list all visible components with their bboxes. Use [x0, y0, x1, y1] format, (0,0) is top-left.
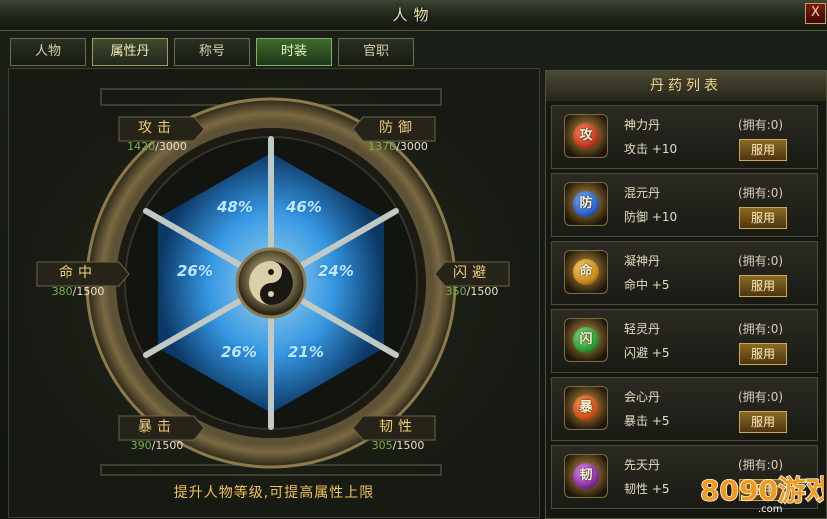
- pill-name: 轻灵丹: [624, 322, 661, 336]
- pill-item-dodge: 闪 轻灵丹 (拥有:0) 闪避 +5 服用: [551, 309, 818, 373]
- segment-dodge-percent: 24%: [318, 262, 354, 280]
- stat-dodge: 闪避 350/1500: [407, 261, 537, 298]
- stat-attack: 攻击 1420/3000: [92, 116, 222, 153]
- tab-fashion[interactable]: 时装: [256, 38, 332, 66]
- stat-hit: 命中 380/1500: [13, 261, 143, 298]
- segment-tenacity-percent: 21%: [288, 343, 324, 361]
- use-pill-button[interactable]: 服用: [739, 139, 787, 161]
- pill-attack-icon: 攻: [564, 114, 608, 158]
- site-watermark-logo: 8090游戏 .com: [698, 466, 827, 515]
- pill-name: 先天丹: [624, 458, 661, 472]
- stat-dodge-label: 闪避: [453, 265, 491, 281]
- pill-owned-count: (拥有:0): [738, 254, 784, 268]
- watermark-graphic: 8090游戏 .com: [699, 473, 827, 515]
- pill-stat-bonus: 韧性 +5: [624, 482, 670, 496]
- stat-defense-current: 1370: [368, 140, 397, 153]
- pill-item-hit: 命 凝神丹 (拥有:0) 命中 +5 服用: [551, 241, 818, 305]
- tab-official-rank[interactable]: 官职: [338, 38, 414, 66]
- level-up-tip: 提升人物等级,可提高属性上限: [173, 485, 375, 501]
- pill-crit-icon: 暴: [564, 386, 608, 430]
- stat-tenacity-max: /1500: [392, 439, 425, 452]
- tab-character[interactable]: 人物: [10, 38, 86, 66]
- pill-stat-bonus: 防御 +10: [624, 210, 678, 224]
- stat-crit: 暴击 390/1500: [92, 415, 222, 452]
- use-pill-button[interactable]: 服用: [739, 343, 787, 365]
- segment-attack-percent: 48%: [217, 198, 253, 216]
- pill-stat-bonus: 暴击 +5: [624, 414, 670, 428]
- segment-crit-percent: 26%: [221, 343, 257, 361]
- segment-defense-percent: 46%: [286, 198, 322, 216]
- use-pill-button[interactable]: 服用: [739, 275, 787, 297]
- stat-defense-label: 防御: [379, 120, 417, 136]
- stat-crit-max: /1500: [151, 439, 184, 452]
- pill-tenacity-icon: 韧: [564, 454, 608, 498]
- pill-item-attack: 攻 神力丹 (拥有:0) 攻击 +10 服用: [551, 105, 818, 169]
- pill-dodge-icon: 闪: [564, 318, 608, 362]
- stat-hit-label: 命中: [59, 265, 97, 281]
- pill-name: 凝神丹: [624, 254, 661, 268]
- pill-owned-count: (拥有:0): [738, 390, 784, 404]
- segment-hit-percent: 26%: [177, 262, 213, 280]
- pill-owned-count: (拥有:0): [738, 186, 784, 200]
- pill-name: 神力丹: [624, 118, 661, 132]
- svg-text:8090游戏: 8090游戏: [700, 474, 824, 507]
- stat-hit-current: 380: [51, 285, 73, 298]
- close-button[interactable]: X: [805, 3, 826, 24]
- character-window: 人物 X 人物 属性丹 称号 时装 官职 48% 46% 24% 21% 26%…: [0, 0, 827, 519]
- stat-crit-label: 暴击: [138, 419, 176, 435]
- stat-hit-max: /1500: [72, 285, 105, 298]
- stat-defense-max: /3000: [396, 140, 428, 153]
- pill-hit-icon: 命: [564, 250, 608, 294]
- window-title: 人物: [392, 6, 435, 24]
- pill-defense-icon: 防: [564, 182, 608, 226]
- pill-stat-bonus: 闪避 +5: [624, 346, 670, 360]
- pill-item-crit: 暴 会心丹 (拥有:0) 暴击 +5 服用: [551, 377, 818, 441]
- stat-crit-current: 390: [130, 439, 152, 452]
- pill-owned-count: (拥有:0): [738, 118, 784, 132]
- pill-item-defense: 防 混元丹 (拥有:0) 防御 +10 服用: [551, 173, 818, 237]
- stat-tenacity-current: 305: [371, 439, 393, 452]
- stat-tenacity: 韧性 305/1500: [333, 415, 463, 452]
- title-bar[interactable]: 人物 X: [0, 0, 827, 31]
- pill-list-panel: 丹药列表 攻 神力丹 (拥有:0) 攻击 +10 服用 防 混元丹 (拥有:0)…: [545, 70, 827, 519]
- stat-attack-label: 攻击: [138, 120, 176, 136]
- pill-name: 会心丹: [624, 390, 661, 404]
- pill-name: 混元丹: [624, 186, 661, 200]
- stat-tenacity-label: 韧性: [379, 419, 417, 435]
- tab-titles[interactable]: 称号: [174, 38, 250, 66]
- svg-text:.com: .com: [758, 504, 783, 514]
- use-pill-button[interactable]: 服用: [739, 411, 787, 433]
- pill-stat-bonus: 攻击 +10: [624, 142, 678, 156]
- stat-attack-max: /3000: [155, 140, 187, 153]
- stat-dodge-current: 350: [445, 285, 467, 298]
- pill-stat-bonus: 命中 +5: [624, 278, 670, 292]
- attribute-panel: 48% 46% 24% 21% 26% 26% 攻击 1420/3000 防御 …: [8, 68, 540, 518]
- pill-list-title: 丹药列表: [546, 71, 826, 101]
- stat-defense: 防御 1370/3000: [333, 116, 463, 153]
- stat-dodge-max: /1500: [466, 285, 499, 298]
- pill-owned-count: (拥有:0): [738, 322, 784, 336]
- use-pill-button[interactable]: 服用: [739, 207, 787, 229]
- tab-attribute-pills[interactable]: 属性丹: [92, 38, 168, 66]
- yin-yang-icon: [249, 261, 293, 305]
- stat-attack-current: 1420: [127, 140, 156, 153]
